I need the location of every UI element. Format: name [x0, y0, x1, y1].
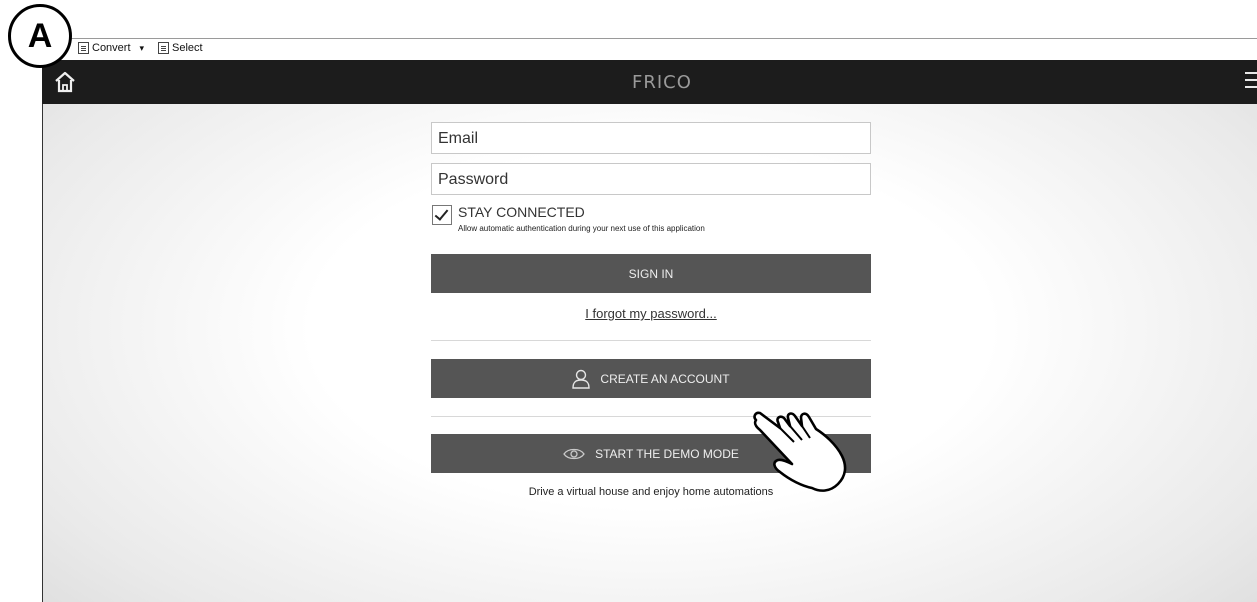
divider [431, 340, 871, 341]
stay-connected-checkbox[interactable] [432, 205, 452, 225]
stay-connected-label: STAY CONNECTED [458, 204, 585, 220]
home-icon[interactable] [54, 71, 76, 93]
convert-icon [78, 42, 89, 54]
start-demo-label: START THE DEMO MODE [595, 446, 739, 461]
select-label: Select [172, 42, 203, 54]
forgot-password-link[interactable]: I forgot my password... [431, 306, 871, 321]
stay-connected-note: Allow automatic authentication during yo… [458, 224, 705, 233]
callout-badge: A [8, 4, 72, 68]
convert-label: Convert [92, 42, 131, 54]
chevron-down-icon[interactable]: ▾ [140, 43, 145, 54]
select-icon [158, 42, 169, 54]
pointing-hand-icon [753, 411, 847, 492]
convert-menu[interactable]: Convert ▾ [78, 42, 144, 54]
top-toolbar: Convert ▾ Select [42, 38, 1257, 61]
sign-in-label: SIGN IN [628, 266, 674, 281]
create-account-button[interactable]: CREATE AN ACCOUNT [431, 359, 871, 398]
create-account-label: CREATE AN ACCOUNT [600, 371, 730, 386]
select-tool[interactable]: Select [158, 42, 203, 54]
password-field[interactable]: Password [431, 163, 871, 195]
sign-in-button[interactable]: SIGN IN [431, 254, 871, 293]
user-icon [572, 369, 591, 389]
eye-icon [563, 448, 585, 459]
frico-logo: FRICO [632, 72, 692, 93]
hamburger-menu-icon[interactable] [1245, 72, 1257, 92]
login-content: Email Password STAY CONNECTED Allow auto… [42, 104, 1257, 602]
app-header: FRICO [42, 60, 1257, 104]
email-field[interactable]: Email [431, 122, 871, 154]
